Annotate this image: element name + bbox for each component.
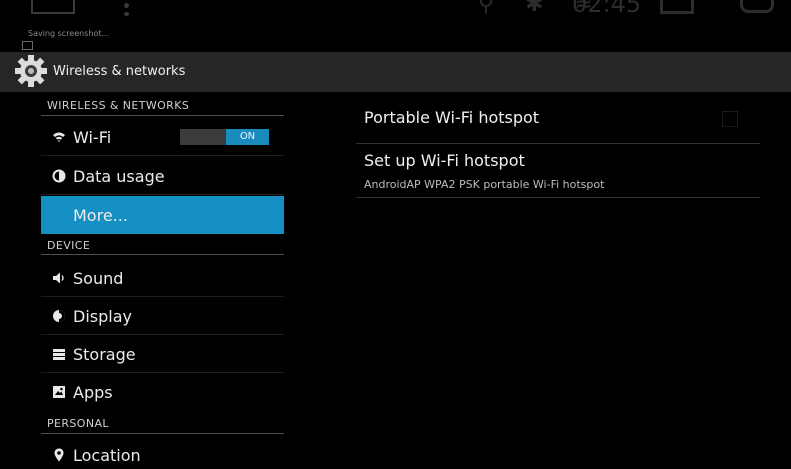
menu-dot-icon	[124, 3, 129, 8]
settings-screen: ⚲ ✱ ≈ 02:45 Saving screenshot... Wireles…	[0, 0, 791, 469]
list-item-label: Display	[73, 307, 132, 326]
list-item-label: Location	[73, 446, 141, 465]
storage-icon	[52, 347, 66, 361]
list-item-wifi[interactable]: Wi-Fi ON	[41, 118, 284, 156]
section-divider	[41, 254, 284, 255]
list-item-apps[interactable]: Apps	[41, 373, 284, 411]
settings-list: WIRELESS & NETWORKS Wi-Fi ON Data usage …	[0, 92, 300, 469]
list-item-location[interactable]: Location	[41, 436, 284, 469]
detail-pane: Portable Wi-Fi hotspot Set up Wi-Fi hots…	[356, 92, 762, 469]
apps-icon	[52, 385, 66, 399]
list-item-label: Apps	[73, 383, 113, 402]
list-item-label: Sound	[73, 269, 124, 288]
section-header-wireless: WIRELESS & NETWORKS	[47, 99, 190, 112]
list-item-sound[interactable]: Sound	[41, 259, 284, 297]
list-item-display[interactable]: Display	[41, 297, 284, 335]
list-item-label: More...	[73, 206, 128, 225]
menu-dot-icon	[124, 12, 129, 16]
wifi-toggle[interactable]: ON	[180, 129, 269, 145]
notification-icon	[31, 0, 75, 14]
clock: 02:45	[572, 0, 642, 18]
screenshot-toast: Saving screenshot...	[28, 29, 110, 38]
data-usage-icon	[52, 169, 66, 183]
settings-gear-icon[interactable]	[14, 54, 48, 88]
section-divider	[41, 433, 284, 434]
status-bar: ⚲ ✱ ≈ 02:45 Saving screenshot...	[0, 0, 791, 50]
back-icon[interactable]	[740, 0, 774, 13]
list-item-more[interactable]: More...	[41, 196, 284, 234]
toggle-on-label: ON	[226, 129, 269, 145]
hotspot-checkbox[interactable]	[722, 111, 738, 127]
list-item-label: Storage	[73, 345, 136, 364]
screenshot-icon	[22, 41, 33, 50]
divider	[356, 143, 760, 144]
wifi-icon	[52, 130, 66, 144]
section-header-device: DEVICE	[47, 239, 91, 252]
list-item-label: Wi-Fi	[73, 128, 112, 147]
page-title: Wireless & networks	[53, 64, 186, 79]
section-header-personal: PERSONAL	[47, 417, 109, 430]
display-icon	[52, 309, 66, 323]
portable-hotspot-title[interactable]: Portable Wi-Fi hotspot	[364, 108, 539, 127]
setup-hotspot-summary: AndroidAP WPA2 PSK portable Wi-Fi hotspo…	[364, 178, 605, 191]
section-divider	[41, 115, 284, 116]
list-item-storage[interactable]: Storage	[41, 335, 284, 373]
action-bar: Wireless & networks	[0, 52, 791, 92]
divider	[41, 194, 284, 195]
location-pin-icon	[52, 448, 66, 462]
divider	[356, 197, 760, 198]
recent-apps-icon[interactable]	[660, 0, 694, 14]
list-item-label: Data usage	[73, 167, 165, 186]
setup-hotspot-title[interactable]: Set up Wi-Fi hotspot	[364, 151, 525, 170]
speaker-icon	[52, 271, 66, 285]
divider	[41, 155, 284, 156]
list-item-data-usage[interactable]: Data usage	[41, 157, 284, 195]
